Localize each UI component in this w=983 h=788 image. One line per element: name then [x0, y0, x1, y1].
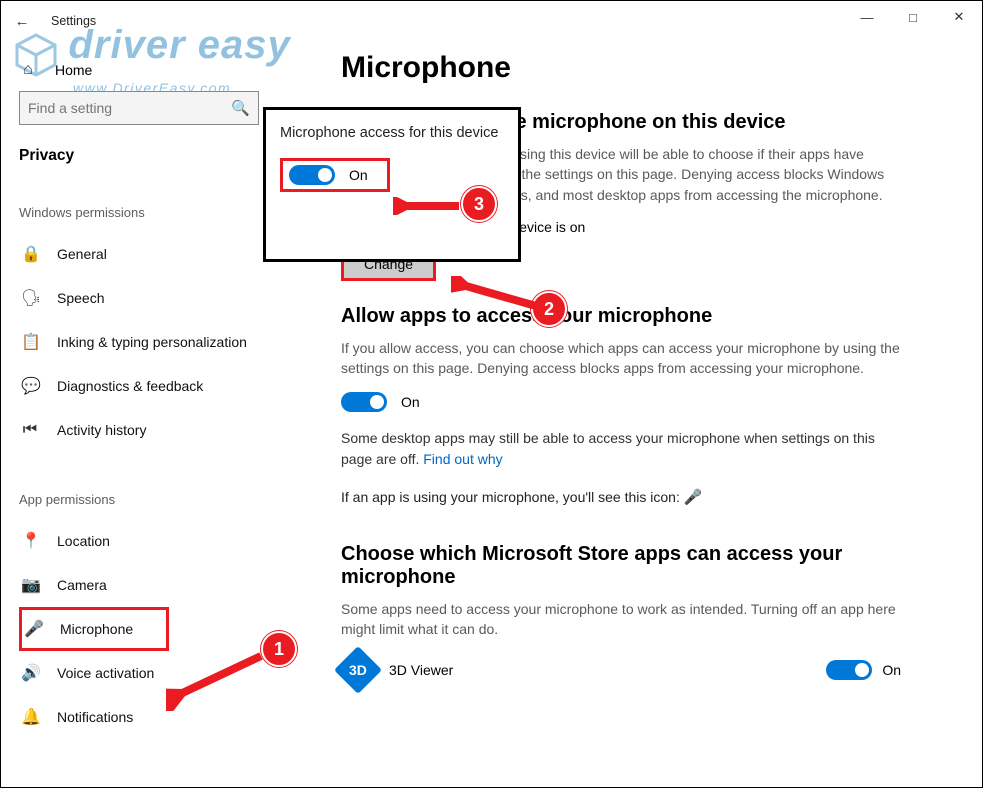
- home-icon: ⌂: [19, 61, 37, 79]
- titlebar: ← Settings ― □ ✕: [1, 1, 982, 41]
- maximize-button[interactable]: □: [890, 1, 936, 33]
- history-icon: ⏮: [21, 421, 39, 439]
- app-row-3dviewer: 3D 3D Viewer On: [341, 653, 941, 687]
- device-access-toggle[interactable]: [289, 165, 335, 185]
- section2-iconline: If an app is using your microphone, you'…: [341, 487, 901, 509]
- sidebar-item-label: Location: [57, 533, 110, 549]
- lock-icon: 🔒: [21, 244, 39, 264]
- feedback-icon: 💬: [21, 376, 39, 396]
- popup-title: Microphone access for this device: [280, 124, 504, 144]
- apps-access-toggle-state: On: [401, 394, 420, 410]
- section-heading-apps: App permissions: [19, 492, 314, 507]
- close-button[interactable]: ✕: [936, 1, 982, 33]
- microphone-status-icon: 🎤: [684, 489, 703, 506]
- app-3dviewer-toggle-state: On: [882, 662, 901, 678]
- sidebar-item-speech[interactable]: 🗣 Speech: [19, 276, 314, 320]
- sidebar-item-inking[interactable]: 📋 Inking & typing personalization: [19, 320, 314, 364]
- sidebar-item-label: Voice activation: [57, 665, 154, 681]
- section2-note-text: Some desktop apps may still be able to a…: [341, 430, 875, 466]
- window-controls: ― □ ✕: [844, 1, 982, 33]
- back-button[interactable]: ←: [7, 13, 37, 30]
- annotation-badge-1: 1: [261, 631, 297, 667]
- search-icon: 🔍: [231, 99, 250, 117]
- annotation-badge-2: 2: [531, 291, 567, 327]
- minimize-button[interactable]: ―: [844, 1, 890, 33]
- annotation-badge-3: 3: [461, 186, 497, 222]
- location-icon: 📍: [21, 531, 39, 551]
- camera-icon: 📷: [21, 575, 39, 595]
- sidebar-item-camera[interactable]: 📷 Camera: [19, 563, 314, 607]
- apps-access-toggle-row: On: [341, 392, 941, 412]
- app-3dviewer-icon: 3D: [334, 646, 382, 694]
- voice-icon: 🔊: [21, 663, 39, 683]
- search-input[interactable]: [28, 100, 218, 116]
- section3-body: Some apps need to access your microphone…: [341, 599, 901, 640]
- sidebar-item-label: Microphone: [60, 621, 133, 637]
- section2-iconline-text: If an app is using your microphone, you'…: [341, 489, 680, 505]
- search-box[interactable]: 🔍: [19, 91, 259, 125]
- sidebar-item-diagnostics[interactable]: 💬 Diagnostics & feedback: [19, 364, 314, 408]
- app-3dviewer-toggle[interactable]: [826, 660, 872, 680]
- section2-body: If you allow access, you can choose whic…: [341, 338, 901, 379]
- nav-windows-permissions: 🔒 General 🗣 Speech 📋 Inking & typing person…: [19, 232, 314, 452]
- device-access-toggle-state: On: [349, 167, 368, 183]
- app-3dviewer-label: 3D Viewer: [389, 662, 453, 678]
- sidebar-item-notifications[interactable]: 🔔 Notifications: [19, 695, 314, 739]
- sidebar-item-label: Activity history: [57, 422, 146, 438]
- sidebar-item-label: Speech: [57, 290, 104, 306]
- sidebar-item-microphone[interactable]: 🎤 Microphone: [19, 607, 169, 651]
- page-title: Microphone: [341, 51, 941, 85]
- popup-toggle-row: On: [280, 158, 390, 192]
- section2-note: Some desktop apps may still be able to a…: [341, 428, 901, 469]
- sidebar-item-label: Diagnostics & feedback: [57, 378, 203, 394]
- sidebar-item-location[interactable]: 📍 Location: [19, 519, 314, 563]
- speech-icon: 🗣: [21, 288, 39, 308]
- window-title: Settings: [51, 14, 96, 28]
- bell-icon: 🔔: [21, 707, 39, 727]
- sidebar-item-label: Notifications: [57, 709, 133, 725]
- clipboard-icon: 📋: [21, 332, 39, 352]
- microphone-icon: 🎤: [24, 619, 42, 639]
- section3-title: Choose which Microsoft Store apps can ac…: [341, 543, 941, 589]
- sidebar-item-label: Camera: [57, 577, 107, 593]
- home-label: Home: [55, 62, 92, 78]
- apps-access-toggle[interactable]: [341, 392, 387, 412]
- section2-title: Allow apps to access your microphone: [341, 305, 941, 328]
- device-access-popup: Microphone access for this device On: [263, 107, 521, 262]
- sidebar-item-activity[interactable]: ⏮ Activity history: [19, 408, 314, 452]
- home-link[interactable]: ⌂ Home: [19, 57, 314, 91]
- find-out-why-link[interactable]: Find out why: [423, 451, 502, 467]
- sidebar-item-label: General: [57, 246, 107, 262]
- nav-app-permissions: 📍 Location 📷 Camera 🎤 Microphone 🔊 Voice act…: [19, 519, 314, 739]
- sidebar-item-label: Inking & typing personalization: [57, 334, 247, 350]
